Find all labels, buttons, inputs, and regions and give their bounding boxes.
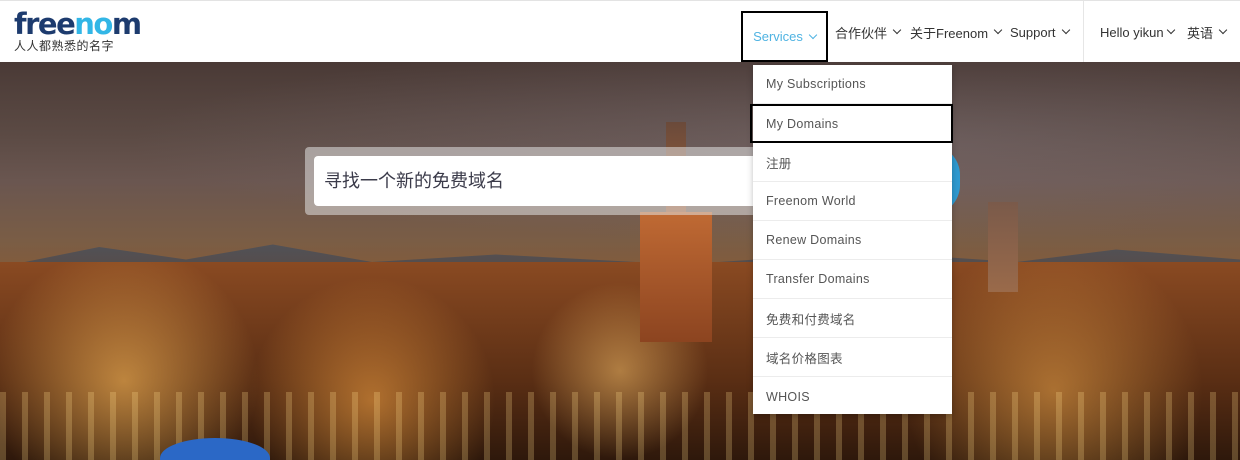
hero-background	[0, 62, 1240, 460]
nav-about[interactable]: 关于Freenom	[910, 1, 1003, 63]
nav-user-menu[interactable]: Hello yikun	[1100, 1, 1175, 63]
menu-item-free-paid-domains[interactable]: 免费和付费域名	[753, 299, 952, 338]
menu-item-whois[interactable]: WHOIS	[753, 377, 952, 416]
menu-item-transfer-domains[interactable]: Transfer Domains	[753, 260, 952, 299]
menu-item-register[interactable]: 注册	[753, 143, 952, 182]
nav-user-label: Hello yikun	[1100, 24, 1164, 40]
logo-tagline: 人人都熟悉的名字	[14, 39, 115, 53]
freenom-logo[interactable]: freenom 人人都熟悉的名字	[14, 9, 154, 57]
nav-partners[interactable]: 合作伙伴	[835, 1, 902, 63]
nav-support[interactable]: Support	[1010, 1, 1070, 63]
chevron-down-icon	[993, 25, 1003, 35]
domain-search-box	[305, 147, 765, 215]
chevron-down-icon	[892, 25, 902, 35]
domain-search-input[interactable]	[314, 156, 764, 206]
services-dropdown-menu: My Subscriptions My Domains 注册 Freenom W…	[750, 65, 953, 416]
menu-item-domain-price-chart[interactable]: 域名价格图表	[753, 338, 952, 377]
menu-item-my-domains[interactable]: My Domains	[750, 104, 953, 143]
chevron-down-icon	[808, 30, 818, 39]
nav-partners-label: 合作伙伴	[835, 25, 888, 41]
nav-language[interactable]: 英语	[1187, 1, 1228, 63]
site-header: freenom 人人都熟悉的名字 Services 合作伙伴 关于Freenom…	[0, 0, 1240, 63]
nav-divider	[1083, 1, 1084, 63]
hero-minaret	[988, 202, 1018, 292]
nav-about-label: 关于Freenom	[910, 25, 989, 41]
nav-services-label: Services	[753, 29, 803, 44]
logo-wordmark: freenom	[14, 7, 142, 41]
chevron-down-icon	[1218, 25, 1228, 35]
menu-item-renew-domains[interactable]: Renew Domains	[753, 221, 952, 260]
nav-language-label: 英语	[1187, 25, 1214, 41]
nav-services[interactable]: Services	[741, 11, 828, 62]
chevron-down-icon	[1061, 25, 1070, 35]
hero-tower	[640, 212, 712, 342]
menu-item-freenom-world[interactable]: Freenom World	[753, 182, 952, 221]
menu-item-my-subscriptions[interactable]: My Subscriptions	[753, 65, 952, 104]
nav-support-label: Support	[1010, 24, 1056, 40]
chevron-down-icon	[1166, 25, 1175, 35]
